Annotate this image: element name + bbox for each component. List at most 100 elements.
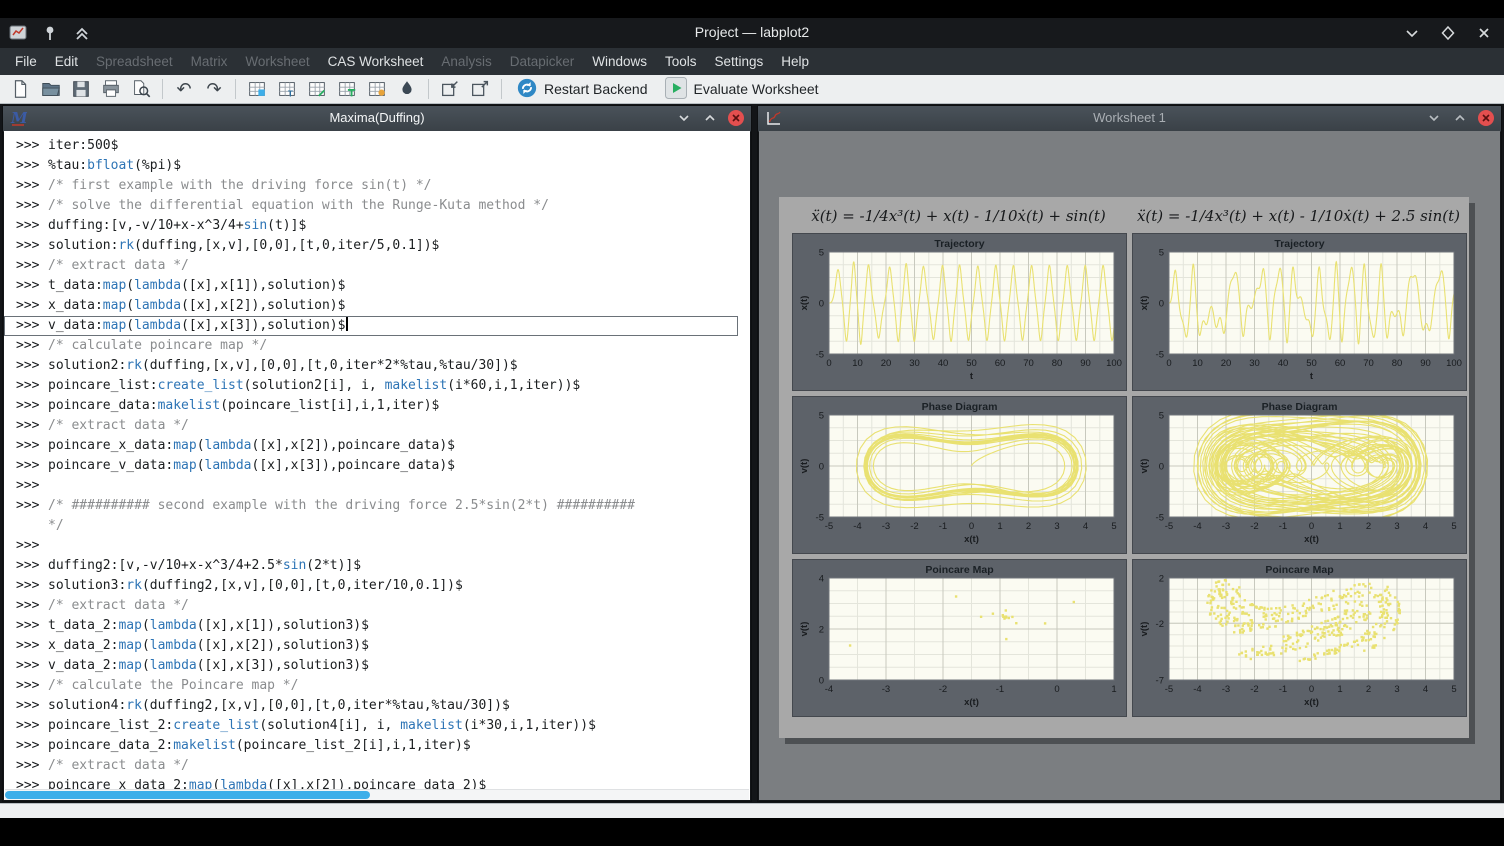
print-icon[interactable] <box>98 77 124 101</box>
worksheet-view[interactable]: ẍ(t) = -1/4x³(t) + x(t) - 1/10ẋ(t) + sin… <box>759 131 1500 800</box>
maxima-minimize-icon[interactable] <box>675 109 693 127</box>
code-prompt: >>> <box>4 596 48 616</box>
code-line[interactable]: >>>%tau:bfloat(%pi)$ <box>4 156 750 176</box>
code-line[interactable]: >>>duffing:[v,-v/10+x-x^3/4+sin(t)]$ <box>4 216 750 236</box>
equation-1: ẍ(t) = -1/4x³(t) + x(t) - 1/10ẋ(t) + sin… <box>792 207 1125 225</box>
code-line[interactable]: >>>poincare_list:create_list(solution2[i… <box>4 376 750 396</box>
code-line[interactable]: */ <box>4 516 750 536</box>
scrollbar-thumb[interactable] <box>5 791 370 799</box>
text-cursor <box>346 317 348 331</box>
plot-trajectory-2[interactable]: Trajectory010203040506070809010050-5tx(t… <box>1132 233 1467 391</box>
code-line[interactable]: >>>poincare_x_data:map(lambda([x],x[2]),… <box>4 436 750 456</box>
menu-file[interactable]: File <box>6 48 46 75</box>
svg-text:-3: -3 <box>1222 521 1230 532</box>
code-line[interactable]: >>>/* extract data */ <box>4 596 750 616</box>
code-line[interactable]: >>>/* ########## second example with the… <box>4 496 750 516</box>
plot-poincare-2[interactable]: Poincare Map-5-4-3-2-10123452-2-7x(t)v(t… <box>1132 559 1467 717</box>
code-line[interactable]: >>>v_data_2:map(lambda([x],x[3]),solutio… <box>4 656 750 676</box>
code-line[interactable]: >>>poincare_list_2:create_list(solution4… <box>4 716 750 736</box>
expand-results-icon[interactable] <box>467 77 493 101</box>
code-prompt: >>> <box>4 556 48 576</box>
menu-tools[interactable]: Tools <box>656 48 706 75</box>
print-preview-icon[interactable] <box>128 77 154 101</box>
svg-text:-5: -5 <box>1156 513 1164 524</box>
code-line[interactable]: >>>solution3:rk(duffing2,[x,v],[0,0],[t,… <box>4 576 750 596</box>
restart-backend-button[interactable]: Restart Backend <box>516 77 648 102</box>
svg-text:-3: -3 <box>882 521 890 532</box>
code-line[interactable]: >>>x_data_2:map(lambda([x],x[2]),solutio… <box>4 636 750 656</box>
insert-command-entry-icon[interactable] <box>244 77 270 101</box>
maxima-maximize-icon[interactable] <box>701 109 719 127</box>
code-line[interactable]: >>>iter:500$ <box>4 136 750 156</box>
plot-trajectory-1[interactable]: Trajectory010203040506070809010050-5tx(t… <box>792 233 1127 391</box>
worksheet-close-icon[interactable] <box>1477 109 1495 127</box>
plot-phase-2[interactable]: Phase Diagram-5-4-3-2-101234550-5x(t)v(t… <box>1132 396 1467 554</box>
minimize-icon[interactable] <box>1402 23 1422 43</box>
redo-icon[interactable]: ↷ <box>201 77 227 101</box>
code-line[interactable]: >>>poincare_data:makelist(poincare_list[… <box>4 396 750 416</box>
code-line[interactable]: >>> <box>4 536 750 556</box>
maximize-icon[interactable] <box>1438 23 1458 43</box>
evaluate-worksheet-button[interactable]: Evaluate Worksheet <box>664 76 819 103</box>
menu-bar: FileEditSpreadsheetMatrixWorksheetCAS Wo… <box>0 48 1504 75</box>
insert-latex-entry-icon[interactable] <box>334 77 360 101</box>
new-document-icon[interactable] <box>8 77 34 101</box>
code-line[interactable]: >>>/* first example with the driving for… <box>4 176 750 196</box>
svg-text:v(t): v(t) <box>799 459 810 474</box>
code-prompt: >>> <box>4 216 48 236</box>
code-prompt: >>> <box>4 156 48 176</box>
insert-image-entry-icon[interactable] <box>364 77 390 101</box>
svg-text:2: 2 <box>1366 521 1371 532</box>
code-line[interactable]: >>>solution2:rk(duffing,[x,v],[0,0],[t,0… <box>4 356 750 376</box>
ink-color-icon[interactable] <box>394 77 420 101</box>
code-line[interactable]: >>>solution4:rk(duffing2,[x,v],[0,0],[t,… <box>4 696 750 716</box>
code-area[interactable]: >>>iter:500$>>>%tau:bfloat(%pi)$>>>/* fi… <box>4 131 750 800</box>
undo-icon[interactable]: ↶ <box>171 77 197 101</box>
svg-text:-1: -1 <box>1279 521 1287 532</box>
code-line[interactable]: >>>/* solve the differential equation wi… <box>4 196 750 216</box>
menu-cas-worksheet[interactable]: CAS Worksheet <box>319 48 433 75</box>
insert-text-entry-icon[interactable]: T <box>274 77 300 101</box>
worksheet-page[interactable]: ẍ(t) = -1/4x³(t) + x(t) - 1/10ẋ(t) + sin… <box>779 197 1469 738</box>
menu-help[interactable]: Help <box>772 48 818 75</box>
code-line[interactable]: >>>t_data:map(lambda([x],x[1]),solution)… <box>4 276 750 296</box>
code-line[interactable]: >>>/* extract data */ <box>4 756 750 776</box>
svg-text:-5: -5 <box>825 521 833 532</box>
code-line[interactable]: >>>/* calculate the Poincare map */ <box>4 676 750 696</box>
svg-text:0: 0 <box>819 462 824 473</box>
code-line[interactable]: >>>duffing2:[v,-v/10+x-x^3/4+2.5*sin(2*t… <box>4 556 750 576</box>
save-document-icon[interactable] <box>68 77 94 101</box>
plot-phase-1[interactable]: Phase Diagram-5-4-3-2-101234550-5x(t)v(t… <box>792 396 1127 554</box>
code-line[interactable]: >>>/* extract data */ <box>4 256 750 276</box>
code-line[interactable]: >>>solution:rk(duffing,[x,v],[0,0],[t,0,… <box>4 236 750 256</box>
code-line[interactable]: >>>t_data_2:map(lambda([x],x[1]),solutio… <box>4 616 750 636</box>
menu-settings[interactable]: Settings <box>706 48 773 75</box>
code-line[interactable]: >>>/* calculate poincare map */ <box>4 336 750 356</box>
svg-text:x(t): x(t) <box>1304 697 1319 708</box>
svg-text:4: 4 <box>819 574 824 585</box>
menu-windows[interactable]: Windows <box>583 48 656 75</box>
code-line[interactable]: >>> <box>4 476 750 496</box>
maxima-titlebar[interactable]: M Maxima(Duffing) <box>3 106 751 132</box>
worksheet-minimize-icon[interactable] <box>1425 109 1443 127</box>
close-icon[interactable] <box>1474 23 1494 43</box>
code-line[interactable]: >>>/* extract data */ <box>4 416 750 436</box>
open-document-icon[interactable] <box>38 77 64 101</box>
code-line[interactable]: >>>x_data:map(lambda([x],x[2]),solution)… <box>4 296 750 316</box>
code-prompt: >>> <box>4 236 48 256</box>
svg-text:-5: -5 <box>816 513 824 524</box>
menu-edit[interactable]: Edit <box>46 48 87 75</box>
code-line[interactable]: >>>poincare_data_2:makelist(poincare_lis… <box>4 736 750 756</box>
plot-poincare-1[interactable]: Poincare Map-4-3-2-101420x(t)v(t) <box>792 559 1127 717</box>
svg-text:-1: -1 <box>1279 684 1287 695</box>
maxima-close-icon[interactable] <box>727 109 745 127</box>
code-line[interactable]: >>>v_data:map(lambda([x],x[3]),solution)… <box>4 316 738 336</box>
collapse-results-icon[interactable] <box>437 77 463 101</box>
code-line[interactable]: >>>poincare_v_data:map(lambda([x],x[3]),… <box>4 456 750 476</box>
horizontal-scrollbar[interactable] <box>5 789 749 800</box>
worksheet-maximize-icon[interactable] <box>1451 109 1469 127</box>
svg-text:-3: -3 <box>1222 684 1230 695</box>
svg-text:2: 2 <box>819 625 824 636</box>
insert-markdown-entry-icon[interactable] <box>304 77 330 101</box>
worksheet-titlebar[interactable]: Worksheet 1 <box>758 106 1501 132</box>
